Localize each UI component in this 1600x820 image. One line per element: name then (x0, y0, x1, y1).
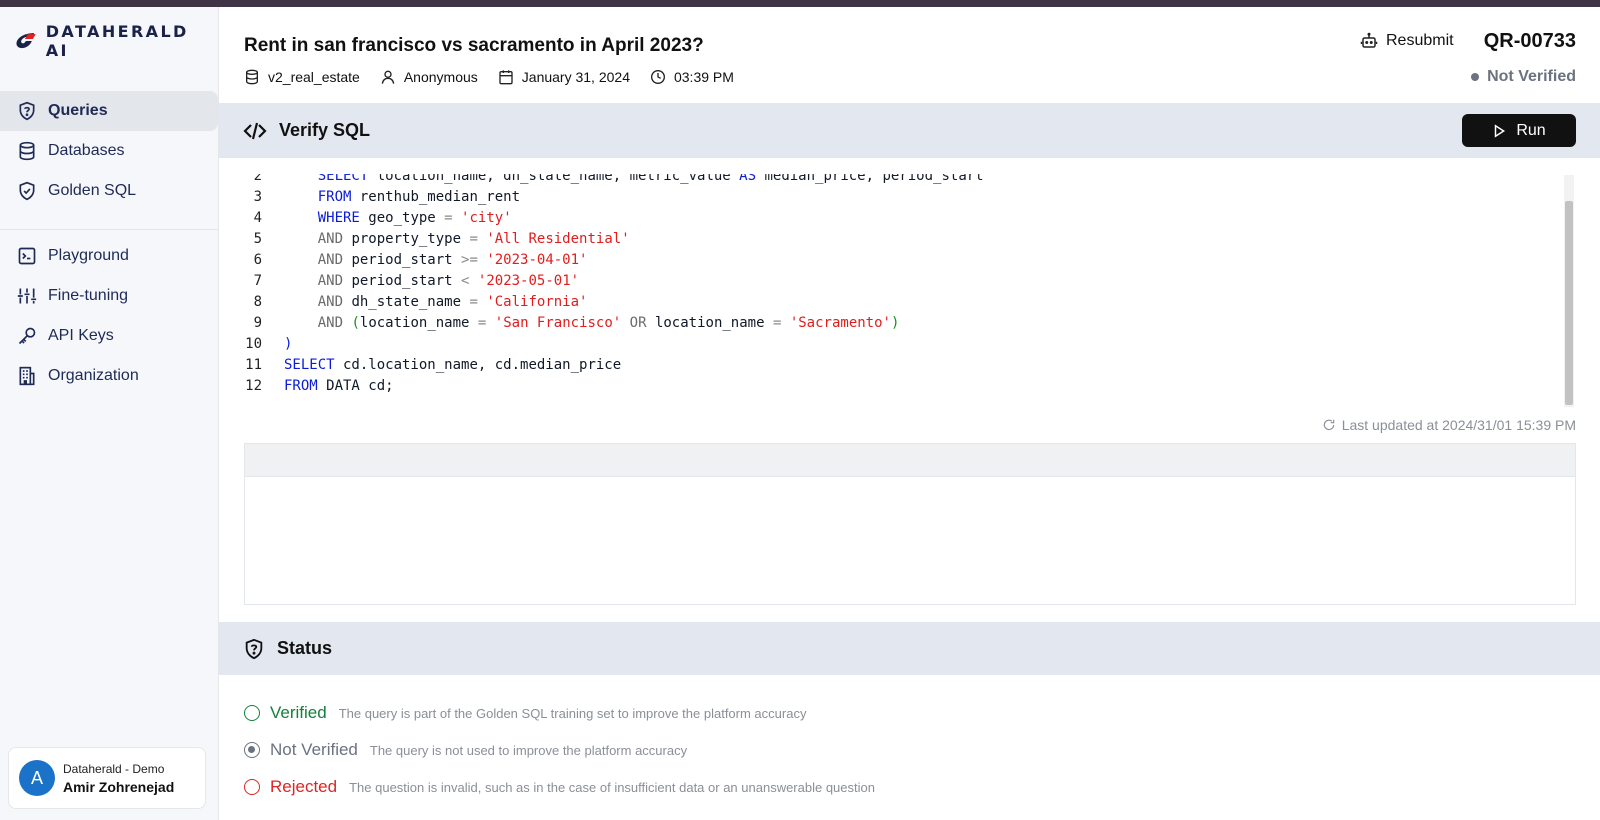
user-icon (381, 70, 395, 84)
resubmit-label: Resubmit (1386, 32, 1454, 49)
sidebar-item-label: Fine-tuning (48, 287, 129, 304)
sidebar-item-label: Databases (48, 142, 125, 159)
status-option-not-verified[interactable]: Not Verified The query is not used to im… (244, 740, 687, 760)
run-button[interactable]: Run (1462, 114, 1576, 147)
editor-scrollbar-thumb[interactable] (1565, 201, 1573, 405)
robot-icon (1360, 32, 1378, 48)
status-option-label: Rejected (270, 777, 338, 796)
sidebar-item-label: Golden SQL (48, 182, 137, 199)
code-line: 4 WHERE geo_type = 'city' (253, 210, 512, 226)
query-id: QR-00733 (1483, 30, 1576, 52)
terminal-icon (16, 245, 38, 267)
code-line: 7 AND period_start < '2023-05-01' (253, 273, 580, 289)
code-line: 8 AND dh_state_name = 'California' (253, 294, 588, 310)
sidebar-item-golden-sql[interactable]: Golden SQL (0, 171, 218, 211)
shield-check-icon (16, 180, 38, 202)
user-card[interactable]: A Dataherald - Demo Amir Zohrenejad (8, 747, 206, 809)
meta-time: 03:39 PM (650, 69, 734, 85)
building-icon (16, 365, 38, 387)
meta-database-name: v2_real_estate (268, 69, 360, 85)
sidebar-item-label: API Keys (48, 327, 114, 344)
page-title: Rent in san francisco vs sacramento in A… (244, 35, 704, 56)
refresh-icon (1323, 419, 1334, 431)
play-icon (1495, 123, 1506, 138)
logo-text: DATAHERALD AI (45, 22, 189, 60)
key-icon (16, 325, 38, 347)
status-option-label: Not Verified (270, 740, 358, 759)
verify-sql-header: Verify SQL (219, 103, 1600, 158)
run-label: Run (1516, 121, 1546, 139)
radio-not-verified[interactable] (244, 742, 260, 758)
status-dot-icon (1471, 73, 1480, 81)
verify-sql-title: Verify SQL (279, 120, 371, 140)
editor-top-fade (219, 158, 1600, 176)
last-updated-text: Last updated at 2024/31/01 15:39 PM (1341, 417, 1576, 433)
sidebar-item-playground[interactable]: Playground (0, 236, 218, 276)
status-title: Status (277, 638, 333, 658)
results-table-header (245, 444, 1575, 477)
sidebar-item-api-keys[interactable]: API Keys (0, 316, 218, 356)
meta-time-value: 03:39 PM (673, 69, 734, 85)
calendar-icon (499, 70, 513, 85)
resubmit-button[interactable]: Resubmit (1360, 32, 1454, 50)
sidebar-item-label: Queries (48, 102, 108, 119)
shield-question-icon (245, 638, 263, 659)
sidebar-item-queries[interactable]: Queries (0, 91, 218, 131)
code-line: 11 SELECT cd.location_name, cd.median_pri… (245, 357, 622, 373)
shield-question-icon (16, 100, 38, 122)
sidebar-divider (0, 229, 218, 230)
code-line: 12 FROM DATA cd; (245, 378, 394, 394)
sidebar-item-organization[interactable]: Organization (0, 356, 218, 396)
query-meta: v2_real_estate Anonymous January 31, 202… (244, 69, 754, 85)
dataherald-logo-icon (16, 33, 36, 49)
results-table (244, 443, 1576, 605)
avatar: A (19, 760, 55, 796)
code-line: 5 AND property_type = 'All Residential' (253, 231, 630, 247)
database-icon (16, 140, 38, 162)
status-option-description: The question is invalid, such as in the … (349, 779, 875, 795)
last-updated: Last updated at 2024/31/01 15:39 PM (1322, 417, 1576, 433)
status-badge: Not Verified (1471, 68, 1576, 86)
sidebar-item-label: Organization (48, 367, 139, 384)
code-line: 9 AND (location_name = 'San Francisco' O… (253, 315, 900, 331)
code-line: 10) (245, 336, 293, 352)
meta-date-value: January 31, 2024 (521, 69, 630, 85)
sliders-icon (16, 285, 38, 307)
window-top-bar (0, 0, 1600, 7)
logo[interactable]: DATAHERALD AI (14, 22, 218, 60)
status-option-description: The query is not used to improve the pla… (369, 742, 688, 758)
code-line: 6 AND period_start >= '2023-04-01' (253, 252, 588, 268)
status-option-rejected[interactable]: Rejected The question is invalid, such a… (244, 777, 875, 797)
sidebar-item-fine-tuning[interactable]: Fine-tuning (0, 276, 218, 316)
meta-database: v2_real_estate (244, 69, 360, 85)
radio-verified[interactable] (244, 705, 260, 721)
meta-user-name: Anonymous (403, 69, 478, 85)
status-option-label: Verified (270, 703, 327, 722)
code-line: 3 FROM renthub_median_rent (253, 189, 521, 205)
status-option-description: The query is part of the Golden SQL trai… (338, 705, 807, 721)
code-icon (243, 122, 267, 139)
status-header: Status (219, 622, 1600, 675)
user-name: Amir Zohrenejad (63, 778, 175, 795)
status-badge-label: Not Verified (1487, 68, 1576, 85)
sidebar-item-databases[interactable]: Databases (0, 131, 218, 171)
user-org: Dataherald - Demo (63, 761, 165, 776)
meta-date: January 31, 2024 (498, 69, 630, 85)
sidebar: DATAHERALD AI Queries Databases Golden S… (0, 7, 219, 820)
database-icon (246, 69, 258, 85)
meta-user: Anonymous (380, 69, 478, 85)
sql-editor[interactable]: 2 SELECT location_name, dh_state_name, m… (234, 174, 1574, 406)
clock-icon (650, 70, 665, 84)
status-option-verified[interactable]: Verified The query is part of the Golden… (244, 703, 806, 723)
radio-rejected[interactable] (244, 779, 260, 795)
sidebar-item-label: Playground (48, 247, 129, 264)
